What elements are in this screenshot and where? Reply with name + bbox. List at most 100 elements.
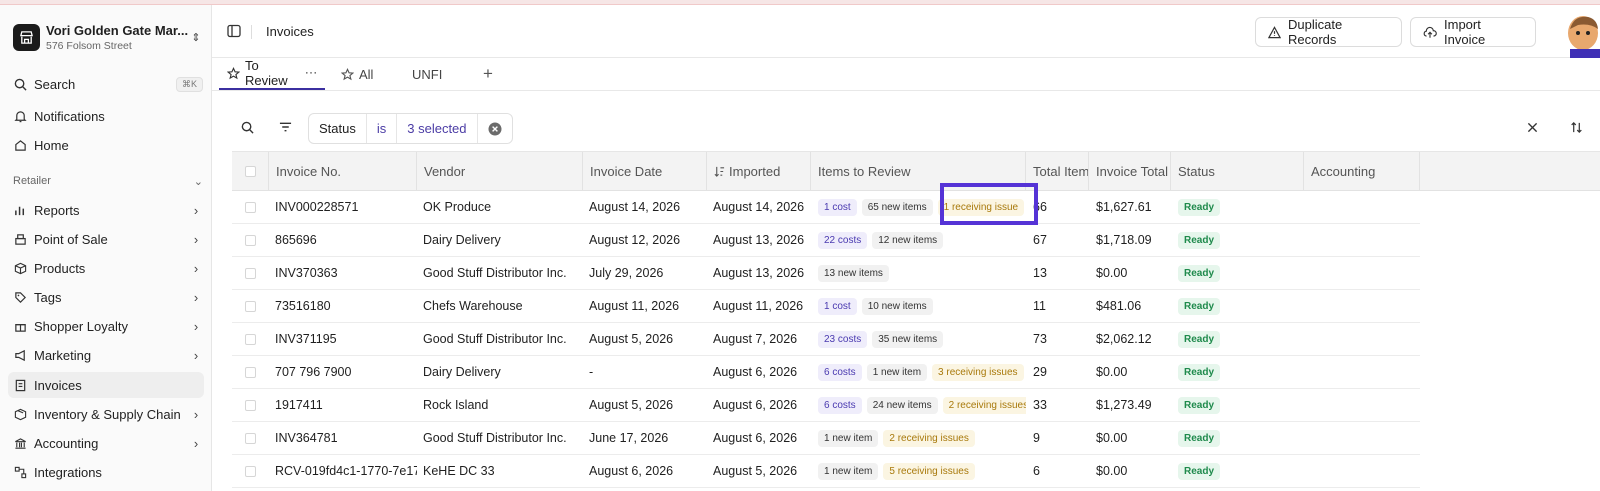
items-to-review: 6 costs 1 new item 3 receiving issues xyxy=(811,356,1026,388)
row-checkbox[interactable] xyxy=(245,267,256,279)
sidebar-item-shopper-loyalty[interactable]: Shopper Loyalty › xyxy=(13,313,203,339)
column-status[interactable]: Status xyxy=(1171,152,1304,190)
status-badge: Ready xyxy=(1178,363,1221,381)
items-to-review: 13 new items xyxy=(811,257,1026,289)
sidebar-item-invoices[interactable]: Invoices xyxy=(8,372,204,398)
home-icon xyxy=(13,138,27,152)
table-row[interactable]: INV000228571 OK Produce August 14, 2026 Aug… xyxy=(232,191,1420,224)
invoice-date: August 14, 2026 xyxy=(589,200,681,214)
filter-field[interactable]: Status xyxy=(309,114,367,143)
column-vendor[interactable]: Vendor xyxy=(417,152,583,190)
total-items: 6 xyxy=(1033,464,1040,478)
vendor-name: Good Stuff Distributor Inc. xyxy=(423,266,567,280)
column-accounting[interactable]: Accounting xyxy=(1304,152,1420,190)
table-row[interactable]: 1917411 Rock Island August 5, 2026 August 6… xyxy=(232,389,1420,422)
invoice-number: 73516180 xyxy=(275,299,331,313)
invoice-number: 865696 xyxy=(275,233,317,247)
close-icon[interactable] xyxy=(1525,120,1539,134)
row-checkbox[interactable] xyxy=(245,333,256,345)
row-select xyxy=(232,422,269,454)
highlight-box xyxy=(940,183,1038,225)
search-icon[interactable] xyxy=(240,120,254,134)
sidebar-item-point-of-sale[interactable]: Point of Sale › xyxy=(13,226,203,252)
import-invoice-button[interactable]: Import Invoice xyxy=(1410,17,1536,47)
tab-label: To Review xyxy=(245,58,288,88)
sidebar-item-products[interactable]: Products › xyxy=(13,255,203,281)
invoice-date: August 5, 2026 xyxy=(589,398,674,412)
tab-unfi[interactable]: UNFI xyxy=(412,58,442,90)
new-items-badge: 24 new items xyxy=(866,396,938,414)
column-imported[interactable]: Imported xyxy=(707,152,811,190)
register-icon xyxy=(13,232,27,246)
store-switcher[interactable]: Vori Golden Gate Mar... 576 Folsom Stree… xyxy=(13,17,203,57)
filter-icon[interactable] xyxy=(278,120,292,134)
sort-icon[interactable] xyxy=(1569,120,1583,134)
row-checkbox[interactable] xyxy=(245,366,256,378)
select-all-checkbox[interactable] xyxy=(244,165,256,177)
row-checkbox[interactable] xyxy=(245,432,256,444)
status-badge: Ready xyxy=(1178,198,1221,216)
more-options-icon[interactable]: ⋯ xyxy=(305,65,318,81)
items-to-review: 1 new item 2 receiving issues xyxy=(811,422,1026,454)
sidebar-search[interactable]: Search ⌘K xyxy=(13,71,203,97)
sidebar-item-notifications[interactable]: Notifications xyxy=(13,103,203,129)
invoice-total: $0.00 xyxy=(1096,365,1128,379)
accounting-cell xyxy=(1304,290,1420,322)
chevron-right-icon: › xyxy=(193,231,199,247)
sidebar-toggle-icon[interactable] xyxy=(227,24,241,38)
filter-operator[interactable]: is xyxy=(367,114,398,143)
filter-value[interactable]: 3 selected xyxy=(397,114,478,143)
vendor-name: OK Produce xyxy=(423,200,492,214)
table-row[interactable]: RCV-019fd4c1-1770-7e17- KeHE DC 33 August … xyxy=(232,455,1420,488)
sidebar-item-home[interactable]: Home xyxy=(13,132,203,158)
sidebar-item-inventory[interactable]: Inventory & Supply Chain › xyxy=(13,401,203,427)
avatar[interactable] xyxy=(1564,13,1600,58)
imported-date: August 13, 2026 xyxy=(713,233,805,247)
vendor-name: Rock Island xyxy=(423,398,489,412)
invoice-number: INV370363 xyxy=(275,266,338,280)
new-items-badge: 65 new items xyxy=(861,198,933,216)
invoice-total: $1,273.49 xyxy=(1096,398,1152,412)
total-items: 11 xyxy=(1033,299,1046,313)
sidebar-item-marketing[interactable]: Marketing › xyxy=(13,342,203,368)
sidebar-item-accounting[interactable]: Accounting › xyxy=(13,430,203,456)
sidebar-item-integrations[interactable]: Integrations xyxy=(13,459,203,485)
section-retailer[interactable]: Retailer ⌄ xyxy=(13,175,203,188)
column-invoice-no[interactable]: Invoice No. xyxy=(269,152,417,190)
column-invoice-date[interactable]: Invoice Date xyxy=(583,152,707,190)
status-badge: Ready xyxy=(1178,297,1221,315)
table-row[interactable]: 707 796 7900 Dairy Delivery - August 6, 202… xyxy=(232,356,1420,389)
table-row[interactable]: 865696 Dairy Delivery August 12, 2026 Augus… xyxy=(232,224,1420,257)
items-to-review: 6 costs 24 new items 2 receiving issues xyxy=(811,389,1026,421)
tab-to-review[interactable]: To Review ⋯ xyxy=(219,58,325,90)
row-checkbox[interactable] xyxy=(245,234,256,246)
sort-descending-icon xyxy=(714,166,725,177)
invoice-date: August 5, 2026 xyxy=(589,332,674,346)
status-badge: Ready xyxy=(1178,396,1221,414)
duplicate-records-button[interactable]: Duplicate Records xyxy=(1255,17,1402,47)
star-icon xyxy=(227,66,240,80)
row-checkbox[interactable] xyxy=(245,201,256,213)
accounting-cell xyxy=(1304,191,1420,223)
tab-all[interactable]: All xyxy=(341,58,373,90)
table-row[interactable]: INV364781 Good Stuff Distributor Inc. June… xyxy=(232,422,1420,455)
sidebar-item-reports[interactable]: Reports › xyxy=(13,197,203,223)
row-checkbox[interactable] xyxy=(245,399,256,411)
receiving-issues-badge: 2 receiving issues xyxy=(883,429,975,447)
invoice-date: June 17, 2026 xyxy=(589,431,669,445)
imported-date: August 6, 2026 xyxy=(713,431,798,445)
table-row[interactable]: INV371195 Good Stuff Distributor Inc. Augu… xyxy=(232,323,1420,356)
column-invoice-total[interactable]: Invoice Total xyxy=(1089,152,1171,190)
row-checkbox[interactable] xyxy=(245,465,256,477)
invoice-number: INV371195 xyxy=(275,332,337,346)
table-row[interactable]: 73516180 Chefs Warehouse August 11, 2026 Au… xyxy=(232,290,1420,323)
row-checkbox[interactable] xyxy=(245,300,256,312)
clear-filter-icon[interactable] xyxy=(478,114,512,143)
table-row[interactable]: INV370363 Good Stuff Distributor Inc. July… xyxy=(232,257,1420,290)
status-filter-chip[interactable]: Status is 3 selected xyxy=(308,113,513,144)
sidebar-item-tags[interactable]: Tags › xyxy=(13,284,203,310)
add-tab-icon[interactable]: + xyxy=(483,58,493,90)
section-label: Retailer xyxy=(13,175,51,187)
total-items: 13 xyxy=(1033,266,1047,280)
new-items-badge: 10 new items xyxy=(861,297,933,315)
